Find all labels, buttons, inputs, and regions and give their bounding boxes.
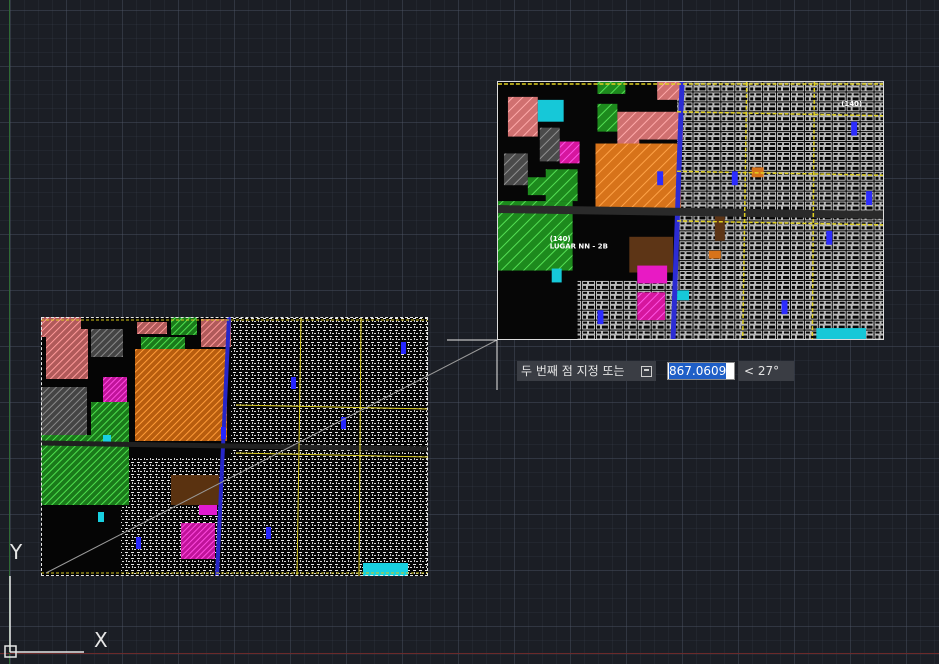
preview-map-drawing: (140) LUGAR NN - 2B (140) xyxy=(498,82,883,339)
source-map-drawing xyxy=(41,317,428,576)
source-map-view[interactable] xyxy=(41,317,428,576)
ucs-y-label: Y xyxy=(10,540,23,564)
command-prompt-tooltip: 두 번째 점 지정 또는 xyxy=(517,361,656,381)
command-prompt-text: 두 번째 점 지정 또는 xyxy=(521,364,625,378)
angle-input[interactable]: < 27° xyxy=(738,361,794,381)
x-axis-line xyxy=(0,653,939,654)
street-name-label: LUGAR NN - 2B xyxy=(550,243,608,251)
corner-block-label: (140) xyxy=(841,100,862,108)
ucs-x-label: X xyxy=(94,628,108,652)
distance-value: 867.0609 xyxy=(669,363,727,379)
angle-value: < 27° xyxy=(744,364,780,378)
preview-map-view[interactable]: (140) LUGAR NN - 2B (140) xyxy=(497,81,884,340)
block-number-label: (140) xyxy=(550,235,571,243)
ucs-icon: Y X xyxy=(0,540,130,664)
keyboard-icon[interactable] xyxy=(640,365,652,377)
distance-input[interactable]: 867.0609 xyxy=(667,362,735,380)
